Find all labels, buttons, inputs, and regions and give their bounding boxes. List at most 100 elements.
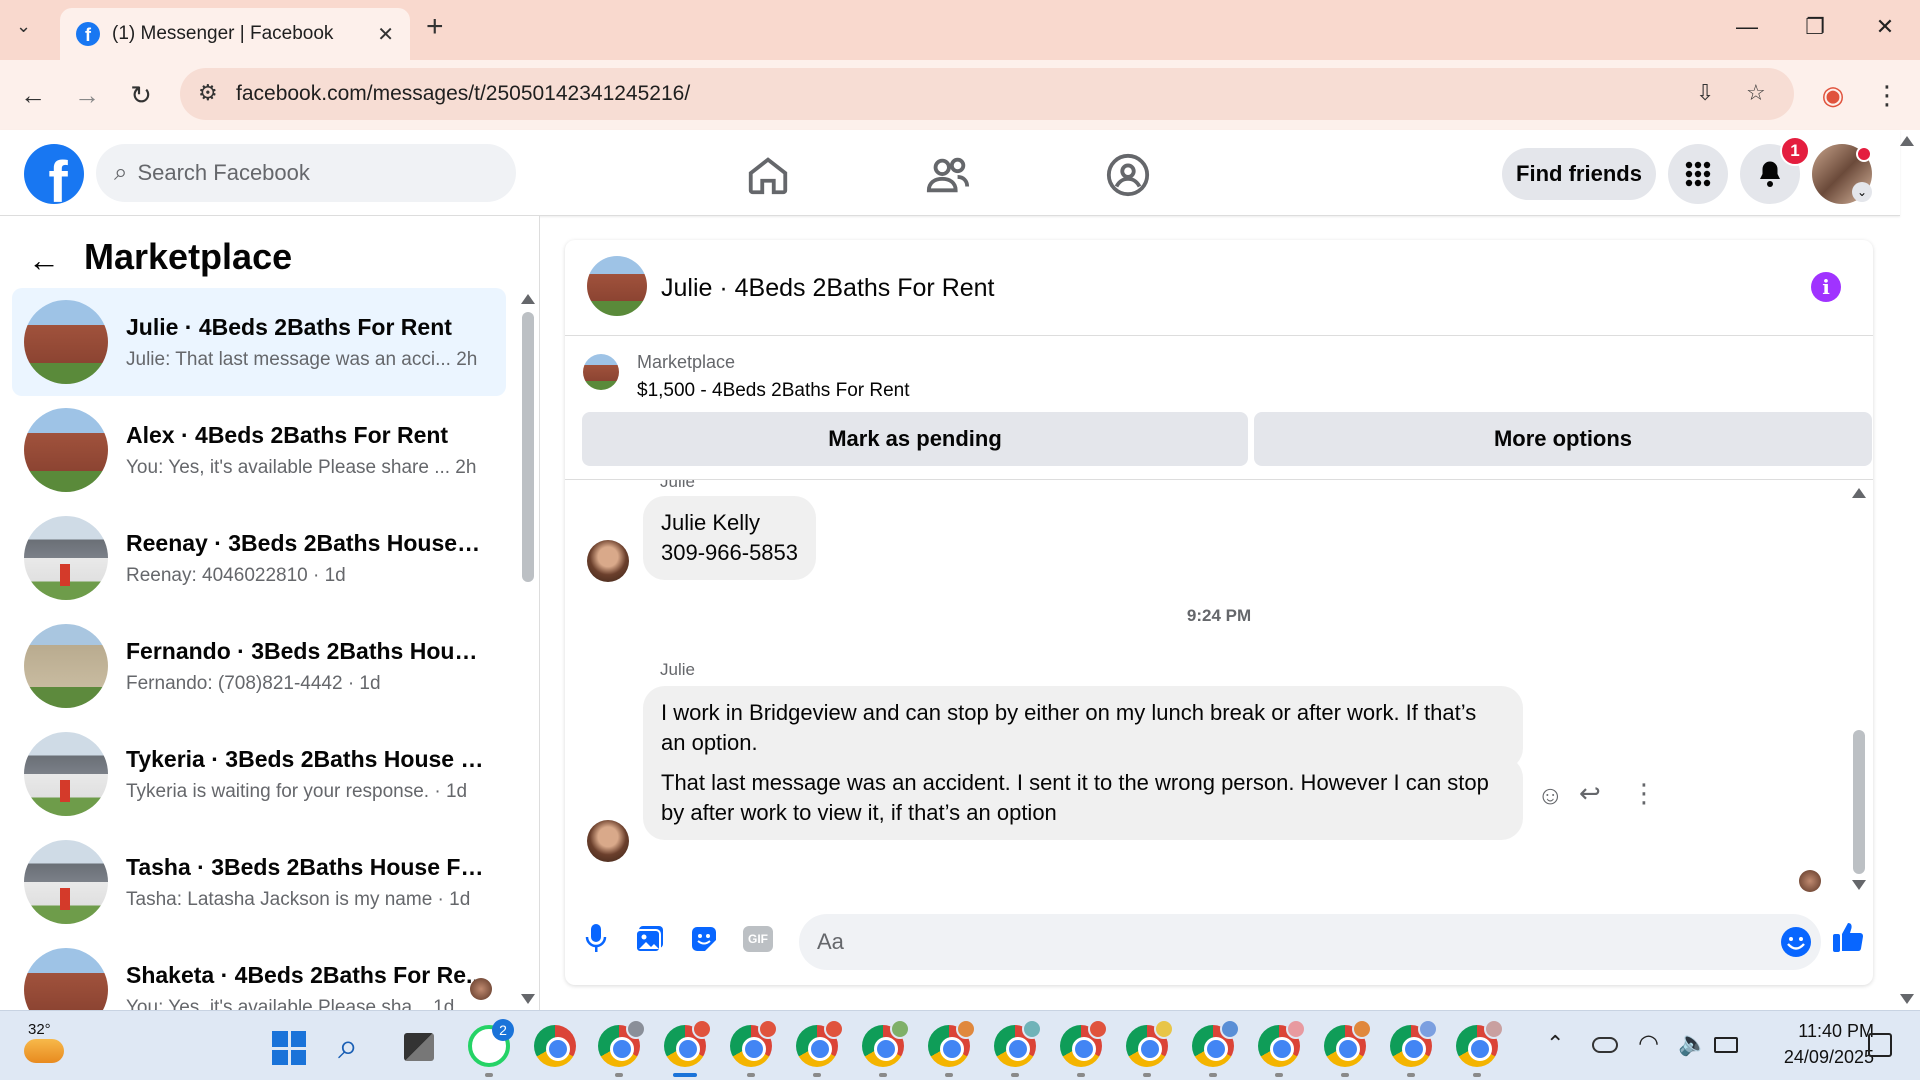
profile-avatar-dot <box>692 1019 712 1039</box>
chrome-profile-window-icon[interactable] <box>994 1019 1042 1067</box>
message-bubble-contact[interactable]: Julie Kelly 309-966-5853 <box>643 496 817 580</box>
back-arrow-icon[interactable]: ← <box>16 78 50 112</box>
listing-thumbnail[interactable] <box>583 354 619 390</box>
tray-overflow-chevron-icon[interactable]: ⌃ <box>1546 1031 1564 1057</box>
emoji-icon[interactable] <box>1779 925 1813 959</box>
chrome-profile-window-icon[interactable] <box>1456 1019 1504 1067</box>
battery-icon[interactable] <box>1714 1037 1738 1053</box>
mark-as-pending-button[interactable]: Mark as pending <box>582 412 1248 466</box>
conversation-item-fernando[interactable]: Fernando · 3Beds 2Baths House ... Fernand… <box>12 612 506 720</box>
wifi-icon[interactable]: ◠ <box>1638 1029 1659 1058</box>
onedrive-cloud-icon[interactable] <box>1592 1037 1618 1053</box>
thread-scroll-up[interactable] <box>1852 488 1866 498</box>
reload-icon[interactable]: ↻ <box>124 78 158 112</box>
profile-icon[interactable]: ◉ <box>1816 78 1850 112</box>
tab-search-chevron-icon[interactable]: ⌄ <box>16 16 31 37</box>
weather-icon[interactable] <box>24 1039 64 1063</box>
search-input[interactable] <box>137 160 458 186</box>
notification-center-icon[interactable] <box>1868 1033 1892 1057</box>
more-options-button[interactable]: More options <box>1254 412 1872 466</box>
window-close-button[interactable]: ✕ <box>1868 14 1902 40</box>
account-chevron-icon[interactable]: ⌄ <box>1852 182 1872 202</box>
groups-icon[interactable] <box>1105 152 1151 198</box>
conversation-item-reenay[interactable]: Reenay · 3Beds 2Baths House Fo... Reenay:… <box>12 504 506 612</box>
conversation-item-tasha[interactable]: Tasha · 3Beds 2Baths House For ... Tasha:… <box>12 828 506 936</box>
bookmark-star-icon[interactable]: ☆ <box>1746 80 1766 106</box>
account-online-dot <box>1856 146 1872 162</box>
conversation-snippet: Julie: That last message was an acci... … <box>126 348 478 370</box>
friends-icon[interactable] <box>925 152 971 198</box>
browser-tab-messenger[interactable]: f (1) Messenger | Facebook ✕ <box>60 8 410 60</box>
app-running-indicator <box>1341 1073 1349 1077</box>
chrome-profile-window-icon[interactable] <box>928 1019 976 1067</box>
sender-avatar[interactable] <box>587 820 629 862</box>
listing-price-title[interactable]: $1,500 - 4Beds 2Baths For Rent <box>637 380 910 402</box>
clock-time[interactable]: 11:40 PM <box>1764 1021 1874 1042</box>
home-icon[interactable] <box>745 152 791 198</box>
conversation-item-tykeria[interactable]: Tykeria · 3Beds 2Baths House Fo... Tykeri… <box>12 720 506 828</box>
conversation-snippet: Tasha: Latasha Jackson is my name · 1d <box>126 888 471 910</box>
address-bar[interactable]: ⚙ facebook.com/messages/t/25050142341245… <box>180 68 1794 120</box>
chrome-icon[interactable] <box>534 1025 576 1067</box>
conversation-item-julie[interactable]: Julie · 4Beds 2Baths For Rent Julie: That… <box>12 288 506 396</box>
task-view-icon[interactable] <box>404 1033 434 1061</box>
chat-avatar[interactable] <box>587 256 647 316</box>
clock-date[interactable]: 24/09/2025 <box>1764 1047 1874 1068</box>
listing-label: Marketplace <box>637 352 736 372</box>
volume-icon[interactable]: 🔈 <box>1678 1029 1708 1058</box>
chrome-profile-window-icon[interactable] <box>664 1019 712 1067</box>
chrome-profile-window-icon[interactable] <box>862 1019 910 1067</box>
facebook-logo-icon[interactable]: f <box>24 144 84 204</box>
reply-icon[interactable]: ↩ <box>1579 778 1601 809</box>
react-emoji-icon[interactable]: ☺ <box>1537 780 1564 811</box>
chrome-profile-window-icon[interactable] <box>796 1019 844 1067</box>
window-restore-button[interactable]: ❐ <box>1798 14 1832 40</box>
microphone-icon[interactable] <box>579 922 613 956</box>
message-input[interactable] <box>817 929 1717 955</box>
conversation-item-shaketa[interactable]: Shaketa · 4Beds 2Baths For Re... You: Yes… <box>12 936 506 1010</box>
browser-toolbar: ← → ↻ ⚙ facebook.com/messages/t/25050142… <box>0 60 1920 130</box>
menu-grid-button[interactable] <box>1668 144 1728 204</box>
chrome-profile-window-icon[interactable] <box>1258 1019 1306 1067</box>
page-scroll-down[interactable] <box>1900 994 1914 1004</box>
sender-avatar[interactable] <box>587 540 629 582</box>
chrome-profile-window-icon[interactable] <box>1126 1019 1174 1067</box>
sticker-icon[interactable] <box>687 922 721 956</box>
message-input-box[interactable] <box>799 914 1821 970</box>
chrome-profile-window-icon[interactable] <box>730 1019 778 1067</box>
windows-start-icon[interactable] <box>272 1031 306 1065</box>
sidebar-scroll-down[interactable] <box>521 994 535 1004</box>
browser-menu-icon[interactable]: ⋮ <box>1870 78 1904 112</box>
new-tab-button[interactable]: + <box>426 10 444 44</box>
more-actions-icon[interactable]: ⋮ <box>1631 778 1657 809</box>
window-minimize-button[interactable]: — <box>1730 14 1764 40</box>
thread-scrollbar-thumb[interactable] <box>1853 730 1865 874</box>
chrome-profile-window-icon[interactable] <box>1192 1019 1240 1067</box>
back-arrow-icon[interactable]: ← <box>28 242 60 279</box>
install-app-icon[interactable]: ⇩ <box>1696 80 1714 106</box>
site-settings-icon[interactable]: ⚙ <box>198 80 218 106</box>
address-url[interactable]: facebook.com/messages/t/2505014234124521… <box>236 82 690 106</box>
sidebar-scrollbar-thumb[interactable] <box>522 312 534 582</box>
find-friends-button[interactable]: Find friends <box>1502 148 1656 200</box>
forward-arrow-icon[interactable]: → <box>70 78 104 112</box>
contact-phone-line: 309-966-5853 <box>661 540 799 565</box>
weather-temperature[interactable]: 32° <box>28 1021 51 1038</box>
chat-title[interactable]: Julie · 4Beds 2Baths For Rent <box>661 274 995 303</box>
info-icon[interactable]: i <box>1811 272 1841 302</box>
conversation-item-alex[interactable]: Alex · 4Beds 2Baths For Rent You: Yes, it… <box>12 396 506 504</box>
chrome-profile-window-icon[interactable] <box>1324 1019 1372 1067</box>
chrome-profile-window-icon[interactable] <box>598 1019 646 1067</box>
sidebar-scroll-up[interactable] <box>521 294 535 304</box>
photo-gallery-icon[interactable] <box>633 922 667 956</box>
chrome-profile-window-icon[interactable] <box>1060 1019 1108 1067</box>
gif-icon[interactable]: GIF <box>741 922 775 956</box>
facebook-search-box[interactable]: ⌕ <box>96 144 516 202</box>
like-thumb-icon[interactable] <box>1831 920 1865 954</box>
search-icon[interactable]: ⌕ <box>338 1025 358 1068</box>
message-bubble[interactable]: That last message was an accident. I sen… <box>643 756 1523 840</box>
chrome-profile-window-icon[interactable] <box>1390 1019 1438 1067</box>
thread-scroll-down[interactable] <box>1852 880 1866 890</box>
page-scroll-up[interactable] <box>1900 136 1914 146</box>
tab-close-icon[interactable]: ✕ <box>377 22 394 47</box>
